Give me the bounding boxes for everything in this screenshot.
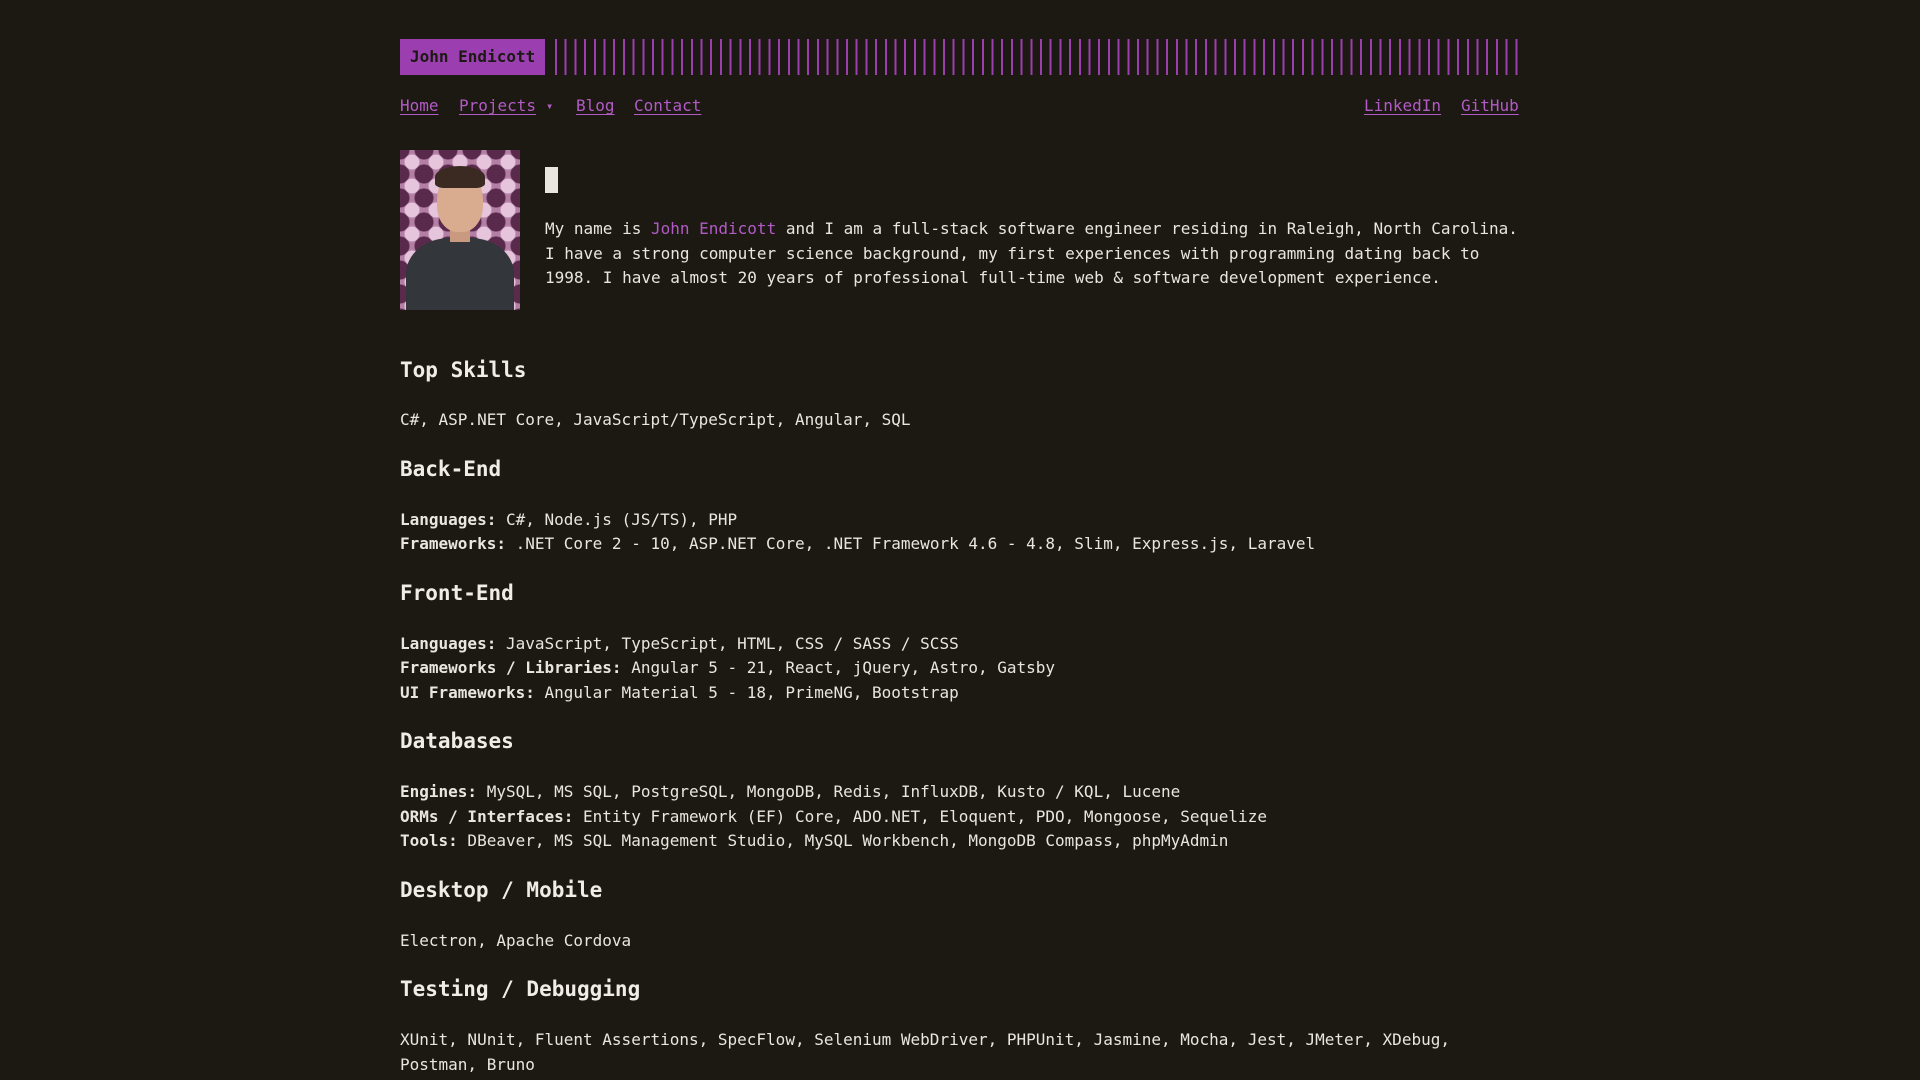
back-end-heading: Back-End <box>400 457 502 481</box>
nav-github-link[interactable]: GitHub <box>1461 96 1519 115</box>
main-nav: Home Projects ▾ Blog Contact LinkedIn Gi… <box>400 96 1520 120</box>
back-end-languages-value: C#, Node.js (JS/TS), PHP <box>496 510 738 529</box>
databases-tools-label: Tools: <box>400 831 458 850</box>
databases-tools-value: DBeaver, MS SQL Management Studio, MySQL… <box>457 831 1229 850</box>
back-end-frameworks: Frameworks: .NET Core 2 - 10, ASP.NET Co… <box>400 532 1315 557</box>
text-cursor <box>545 167 558 193</box>
databases-orms: ORMs / Interfaces: Entity Framework (EF)… <box>400 805 1267 830</box>
front-end-frameworks-label: Frameworks / Libraries: <box>400 658 622 677</box>
intro-text-before: My name is <box>545 219 651 238</box>
databases-engines: Engines: MySQL, MS SQL, PostgreSQL, Mong… <box>400 780 1180 805</box>
top-skills-heading: Top Skills <box>400 358 527 382</box>
front-end-ui-frameworks: UI Frameworks: Angular Material 5 - 18, … <box>400 681 959 706</box>
databases-engines-label: Engines: <box>400 782 478 801</box>
nav-projects-link[interactable]: Projects <box>459 96 536 115</box>
nav-linkedin-link[interactable]: LinkedIn <box>1364 96 1441 115</box>
intro-paragraph: My name is John Endicott and I am a full… <box>545 217 1525 291</box>
nav-blog-link[interactable]: Blog <box>576 96 615 115</box>
photo-body <box>406 238 514 310</box>
front-end-ui-label: UI Frameworks: <box>400 683 535 702</box>
databases-orms-label: ORMs / Interfaces: <box>400 807 574 826</box>
back-end-languages: Languages: C#, Node.js (JS/TS), PHP <box>400 508 737 533</box>
databases-tools: Tools: DBeaver, MS SQL Management Studio… <box>400 829 1228 854</box>
chevron-down-icon[interactable]: ▾ <box>546 99 553 113</box>
decorative-bars <box>555 39 1520 75</box>
front-end-languages-label: Languages: <box>400 634 497 653</box>
site-header: John Endicott <box>400 39 1520 75</box>
front-end-ui-value: Angular Material 5 - 18, PrimeNG, Bootst… <box>534 683 959 702</box>
site-name-badge[interactable]: John Endicott <box>400 39 546 75</box>
databases-orms-value: Entity Framework (EF) Core, ADO.NET, Elo… <box>573 807 1267 826</box>
back-end-frameworks-value: .NET Core 2 - 10, ASP.NET Core, .NET Fra… <box>505 534 1316 553</box>
front-end-frameworks-value: Angular 5 - 21, React, jQuery, Astro, Ga… <box>621 658 1056 677</box>
back-end-languages-label: Languages: <box>400 510 497 529</box>
desktop-mobile-text: Electron, Apache Cordova <box>400 931 632 950</box>
desktop-mobile-heading: Desktop / Mobile <box>400 878 603 902</box>
front-end-languages-value: JavaScript, TypeScript, HTML, CSS / SASS… <box>496 634 959 653</box>
testing-text: XUnit, NUnit, Fluent Assertions, SpecFlo… <box>400 1030 1450 1074</box>
databases-engines-value: MySQL, MS SQL, PostgreSQL, MongoDB, Redi… <box>477 782 1181 801</box>
nav-home-link[interactable]: Home <box>400 96 439 115</box>
intro-name-highlight: John Endicott <box>650 219 777 238</box>
front-end-frameworks: Frameworks / Libraries: Angular 5 - 21, … <box>400 656 1055 681</box>
front-end-languages: Languages: JavaScript, TypeScript, HTML,… <box>400 632 959 657</box>
databases-heading: Databases <box>400 729 514 753</box>
photo-hair <box>435 166 485 188</box>
back-end-frameworks-label: Frameworks: <box>400 534 506 553</box>
nav-contact-link[interactable]: Contact <box>634 96 701 115</box>
front-end-heading: Front-End <box>400 581 514 605</box>
profile-photo <box>400 150 520 310</box>
top-skills-text: C#, ASP.NET Core, JavaScript/TypeScript,… <box>400 410 911 429</box>
testing-heading: Testing / Debugging <box>400 977 641 1001</box>
